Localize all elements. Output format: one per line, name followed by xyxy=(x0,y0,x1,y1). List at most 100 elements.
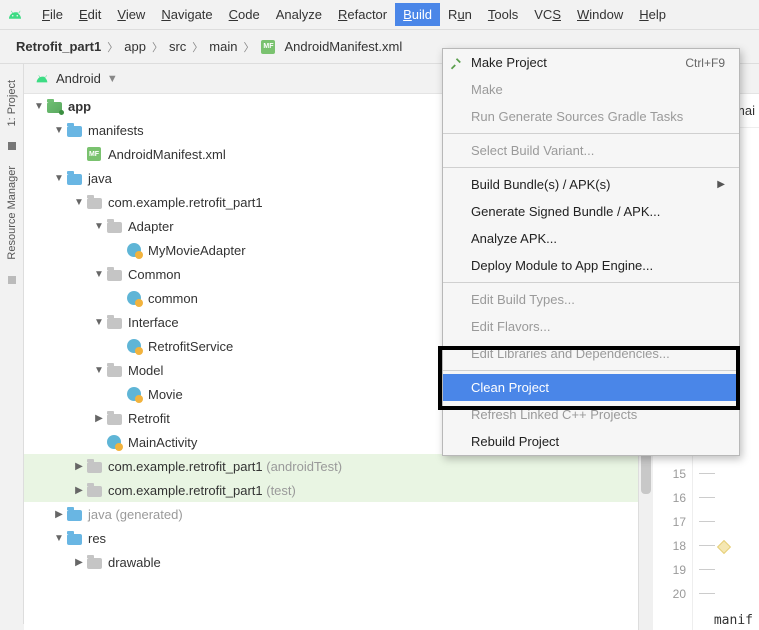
expander-icon[interactable]: ▼ xyxy=(52,125,66,136)
menu-item-label: Analyze APK... xyxy=(471,231,557,246)
tree-node-java-gen[interactable]: ▶ java (generated) xyxy=(24,502,638,526)
manifest-file-icon: MF xyxy=(260,39,276,55)
menu-file[interactable]: File xyxy=(34,3,71,26)
menu-edit[interactable]: Edit xyxy=(71,3,109,26)
tree-node-pkg-test[interactable]: ▶com.example.retrofit_part1 (test) xyxy=(24,478,638,502)
menu-item-deploy-module[interactable]: Deploy Module to App Engine... xyxy=(443,252,739,279)
menu-item-edit-flavors: Edit Flavors... xyxy=(443,313,739,340)
menu-item-make: Make xyxy=(443,76,739,103)
hammer-icon xyxy=(449,55,464,70)
menu-item-label: Deploy Module to App Engine... xyxy=(471,258,653,273)
menu-item-label: Make Project xyxy=(471,55,547,70)
fold-mark[interactable] xyxy=(693,582,759,606)
tree-node-pkg-androidtest[interactable]: ▶ com.example.retrofit_part1 (androidTest… xyxy=(24,454,638,478)
menu-item-label: Clean Project xyxy=(471,380,549,395)
menu-refactor[interactable]: Refactor xyxy=(330,3,395,26)
expander-icon[interactable]: ▶ xyxy=(72,557,86,568)
sidebar-tab-resource-manager[interactable]: Resource Manager xyxy=(6,160,18,266)
line-number: 18 xyxy=(653,534,686,558)
line-number: 17 xyxy=(653,510,686,534)
tree-node-label: manifests xyxy=(88,123,144,138)
tree-node-label: RetrofitService xyxy=(148,339,233,354)
tree-node-label: app xyxy=(68,99,91,114)
line-number: 20 xyxy=(653,582,686,606)
menu-item-label: Run Generate Sources Gradle Tasks xyxy=(471,109,683,124)
chevron-right-icon: 〉 xyxy=(152,39,163,55)
expander-icon[interactable]: ▼ xyxy=(32,101,46,112)
tree-node-label: Retrofit xyxy=(128,411,170,426)
fold-mark[interactable] xyxy=(693,462,759,486)
chevron-right-icon: 〉 xyxy=(192,39,203,55)
menu-view[interactable]: View xyxy=(109,3,153,26)
tree-node-label: Movie xyxy=(148,387,183,402)
menu-item-label: Rebuild Project xyxy=(471,434,559,449)
expander-icon[interactable]: ▼ xyxy=(92,365,106,376)
code-fragment-bottom: manif xyxy=(714,613,753,628)
breadcrumb-crumb[interactable]: main xyxy=(209,39,237,54)
expander-icon[interactable]: ▶ xyxy=(92,413,106,424)
tree-node-drawable[interactable]: ▶ drawable xyxy=(24,550,638,574)
tree-node-label: drawable xyxy=(108,555,161,570)
line-number: 15 xyxy=(653,462,686,486)
expander-icon[interactable]: ▶ xyxy=(72,461,86,472)
menu-item-shortcut: Ctrl+F9 xyxy=(685,56,725,70)
menu-navigate[interactable]: Navigate xyxy=(153,3,220,26)
breadcrumb-project[interactable]: Retrofit_part1 xyxy=(16,39,101,54)
tree-node-label: MyMovieAdapter xyxy=(148,243,246,258)
line-number: 16 xyxy=(653,486,686,510)
menu-item-make-project[interactable]: Make Project Ctrl+F9 xyxy=(443,49,739,76)
tree-node-label: com.example.retrofit_part1 (androidTest) xyxy=(108,459,342,474)
menu-item-clean-project[interactable]: Clean Project xyxy=(443,374,739,401)
expander-icon[interactable]: ▼ xyxy=(72,197,86,208)
breadcrumb-crumb[interactable]: app xyxy=(124,39,146,54)
expander-icon[interactable]: ▶ xyxy=(72,485,86,496)
menu-item-rebuild-project[interactable]: Rebuild Project xyxy=(443,428,739,455)
menubar-items: FileEditViewNavigateCodeAnalyzeRefactorB… xyxy=(34,3,674,26)
menu-item-label: Refresh Linked C++ Projects xyxy=(471,407,637,422)
menu-item-refresh-cpp: Refresh Linked C++ Projects xyxy=(443,401,739,428)
menu-item-label: Build Bundle(s) / APK(s) xyxy=(471,177,610,192)
menu-run[interactable]: Run xyxy=(440,3,480,26)
menu-item-generate-signed[interactable]: Generate Signed Bundle / APK... xyxy=(443,198,739,225)
sidebar-tab-project[interactable]: 1: Project xyxy=(6,74,18,132)
fold-mark[interactable] xyxy=(693,534,759,558)
fold-mark[interactable] xyxy=(693,558,759,582)
tree-node-label: java (generated) xyxy=(88,507,183,522)
breadcrumb-parts: app〉src〉main〉 xyxy=(124,39,254,55)
tree-node-res[interactable]: ▼res xyxy=(24,526,638,550)
tree-node-label: java xyxy=(88,171,112,186)
expander-icon[interactable]: ▶ xyxy=(52,509,66,520)
menu-item-edit-build-types: Edit Build Types... xyxy=(443,286,739,313)
project-view-label: Android xyxy=(56,71,101,86)
menu-analyze[interactable]: Analyze xyxy=(268,3,330,26)
menu-build[interactable]: Build xyxy=(395,3,440,26)
tree-node-label: Adapter xyxy=(128,219,174,234)
menu-window[interactable]: Window xyxy=(569,3,631,26)
menu-item-label: Make xyxy=(471,82,503,97)
chevron-right-icon: ▶ xyxy=(717,179,725,190)
breadcrumb-file[interactable]: AndroidManifest.xml xyxy=(284,39,402,54)
menu-code[interactable]: Code xyxy=(221,3,268,26)
expander-icon[interactable]: ▼ xyxy=(52,533,66,544)
menu-item-label: Generate Signed Bundle / APK... xyxy=(471,204,660,219)
tree-node-label: MainActivity xyxy=(128,435,197,450)
menu-item-edit-libraries: Edit Libraries and Dependencies... xyxy=(443,340,739,367)
menu-item-build-bundles[interactable]: Build Bundle(s) / APK(s) ▶ xyxy=(443,171,739,198)
menu-item-analyze-apk[interactable]: Analyze APK... xyxy=(443,225,739,252)
expander-icon[interactable]: ▼ xyxy=(92,317,106,328)
breadcrumb-crumb[interactable]: src xyxy=(169,39,186,54)
expander-icon[interactable]: ▼ xyxy=(52,173,66,184)
build-menu-dropdown: Make Project Ctrl+F9 Make Run Generate Sour… xyxy=(442,48,740,456)
fold-mark[interactable] xyxy=(693,510,759,534)
menu-tools[interactable]: Tools xyxy=(480,3,526,26)
menu-item-select-build-variant: Select Build Variant... xyxy=(443,137,739,164)
expander-icon[interactable]: ▼ xyxy=(92,221,106,232)
android-head-icon xyxy=(34,71,50,87)
tree-node-label: AndroidManifest.xml xyxy=(108,147,226,162)
menu-vcs[interactable]: VCS xyxy=(526,3,569,26)
fold-mark[interactable] xyxy=(693,486,759,510)
android-logo-icon xyxy=(6,6,24,24)
chevron-down-icon: ▼ xyxy=(107,73,118,85)
expander-icon[interactable]: ▼ xyxy=(92,269,106,280)
menu-help[interactable]: Help xyxy=(631,3,674,26)
